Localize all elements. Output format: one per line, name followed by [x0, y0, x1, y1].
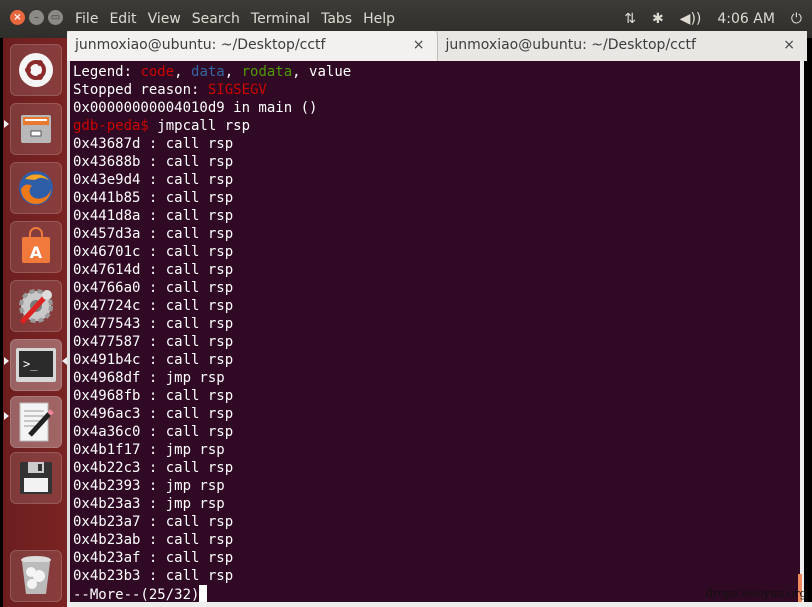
result-line: 0x47724c : call rsp — [73, 298, 234, 314]
menu-file[interactable]: File — [75, 11, 98, 27]
result-line: 0x47614d : call rsp — [73, 262, 234, 278]
close-tab-icon[interactable]: × — [413, 37, 425, 53]
watermark: drops.wooyun.org — [706, 587, 807, 600]
terminal-icon: >_ — [16, 348, 56, 382]
result-line: 0x441b85 : call rsp — [73, 190, 234, 206]
launcher-ubuntu-dash[interactable] — [10, 44, 62, 96]
result-line: 0x43688b : call rsp — [73, 154, 234, 170]
result-line: 0x4b23a3 : jmp rsp — [73, 496, 225, 512]
command-text: jmpcall rsp — [148, 118, 251, 134]
result-line: 0x43687d : call rsp — [73, 136, 234, 152]
maximize-window-button[interactable]: ▭ — [48, 10, 63, 25]
text-cursor — [199, 585, 208, 602]
tab-label: junmoxiao@ubuntu: ~/Desktop/cctf — [445, 37, 696, 53]
legend-code: code — [140, 64, 175, 80]
legend-data: data — [191, 64, 225, 80]
result-line: 0x477587 : call rsp — [73, 334, 234, 350]
result-line: 0x4b23af : call rsp — [73, 550, 234, 566]
launcher-trash[interactable] — [10, 550, 62, 602]
legend-rodata: rodata — [241, 64, 293, 80]
launcher-terminal[interactable]: >_ — [10, 339, 62, 391]
result-line: 0x4968df : jmp rsp — [73, 370, 225, 386]
launcher-save[interactable] — [10, 452, 62, 504]
settings-wrench-icon — [19, 289, 53, 324]
result-line: 0x4766a0 : call rsp — [73, 280, 234, 296]
running-indicator — [4, 412, 9, 420]
menu-bar: File Edit View Search Terminal Tabs Help — [75, 11, 395, 27]
ubuntu-logo-icon — [19, 53, 53, 87]
close-tab-icon[interactable]: × — [783, 37, 795, 53]
pager-text: --More--(25/32) — [73, 587, 200, 603]
result-line: 0x441d8a : call rsp — [73, 208, 234, 224]
legend-label: Legend: — [73, 64, 141, 80]
menu-terminal[interactable]: Terminal — [251, 11, 310, 27]
launcher-firefox[interactable] — [10, 162, 62, 214]
launcher-software-center[interactable]: A — [10, 221, 62, 273]
result-line: 0x46701c : call rsp — [73, 244, 234, 260]
result-line: 0x457d3a : call rsp — [73, 226, 234, 242]
result-line: 0x477543 : call rsp — [73, 316, 234, 332]
window-controls: × – ▭ — [10, 10, 63, 25]
running-indicator — [4, 357, 9, 365]
svg-text:>_: >_ — [23, 357, 38, 371]
results-list: 0x43687d : call rsp 0x43688b : call rsp 0x… — [73, 135, 800, 585]
legend-separator: , — [174, 64, 192, 80]
close-window-button[interactable]: × — [10, 10, 25, 25]
command-line: gdb-peda$ jmpcall rsp — [73, 117, 800, 135]
svg-text:A: A — [30, 243, 43, 262]
menu-search[interactable]: Search — [192, 11, 240, 27]
tab-terminal-1[interactable]: junmoxiao@ubuntu: ~/Desktop/cctf × — [67, 31, 438, 61]
result-line: 0x4b23a7 : call rsp — [73, 514, 234, 530]
network-icon[interactable]: ⇅ — [624, 11, 636, 27]
result-line: 0x4968fb : call rsp — [73, 388, 234, 404]
window-bottom-border — [67, 602, 812, 607]
bluetooth-icon[interactable]: ✱ — [652, 11, 664, 27]
power-icon[interactable]: ⏻ — [791, 11, 802, 27]
clock[interactable]: 4:06 AM — [717, 11, 775, 27]
tab-terminal-2[interactable]: junmoxiao@ubuntu: ~/Desktop/cctf × — [437, 31, 807, 61]
notepad-pencil-icon — [19, 402, 54, 442]
result-line: 0x496ac3 : call rsp — [73, 406, 234, 422]
result-line: 0x491b4c : call rsp — [73, 352, 234, 368]
running-indicator — [4, 120, 9, 128]
stopped-label: Stopped reason: — [73, 82, 208, 98]
firefox-icon — [19, 171, 53, 205]
stopped-reason-line: Stopped reason: SIGSEGV — [73, 81, 800, 99]
launcher-system-settings[interactable] — [10, 280, 62, 332]
volume-icon[interactable]: ◀)) — [680, 11, 702, 27]
launcher-edge — [0, 38, 3, 607]
legend-line: Legend: code, data, rodata, value — [73, 63, 800, 81]
stopped-value: SIGSEGV — [207, 82, 267, 98]
shopping-bag-icon: A — [22, 227, 50, 263]
gdb-prompt: gdb-peda$ — [73, 118, 149, 134]
result-line: 0x4b1f17 : jmp rsp — [73, 442, 225, 458]
floppy-disk-icon — [20, 462, 52, 494]
file-cabinet-icon — [21, 115, 51, 143]
result-line: 0x4b23b3 : call rsp — [73, 568, 234, 584]
launcher-text-editor[interactable] — [10, 396, 62, 448]
trash-icon — [21, 556, 51, 594]
terminal-output[interactable]: Legend: code, data, rodata, value Stopped… — [67, 61, 804, 607]
launcher-files[interactable] — [10, 103, 62, 155]
result-line: 0x4b22c3 : call rsp — [73, 460, 234, 476]
indicator-area: ⇅ ✱ ◀)) 4:06 AM ⏻ — [624, 11, 812, 27]
legend-separator: , — [224, 64, 242, 80]
result-line: 0x4b2393 : jmp rsp — [73, 478, 225, 494]
result-line: 0x4b23ab : call rsp — [73, 532, 234, 548]
minimize-window-button[interactable]: – — [29, 10, 44, 25]
menu-view[interactable]: View — [148, 11, 181, 27]
tab-bar: junmoxiao@ubuntu: ~/Desktop/cctf × junmo… — [67, 31, 807, 61]
launcher: A >_ — [0, 38, 68, 607]
menu-help[interactable]: Help — [363, 11, 395, 27]
menu-edit[interactable]: Edit — [109, 11, 136, 27]
result-line: 0x43e9d4 : call rsp — [73, 172, 234, 188]
menu-tabs[interactable]: Tabs — [321, 11, 352, 27]
legend-value: , value — [292, 64, 352, 80]
result-line: 0x4a36c0 : call rsp — [73, 424, 234, 440]
location-line: 0x00000000004010d9 in main () — [73, 100, 318, 116]
tab-label: junmoxiao@ubuntu: ~/Desktop/cctf — [75, 37, 326, 53]
